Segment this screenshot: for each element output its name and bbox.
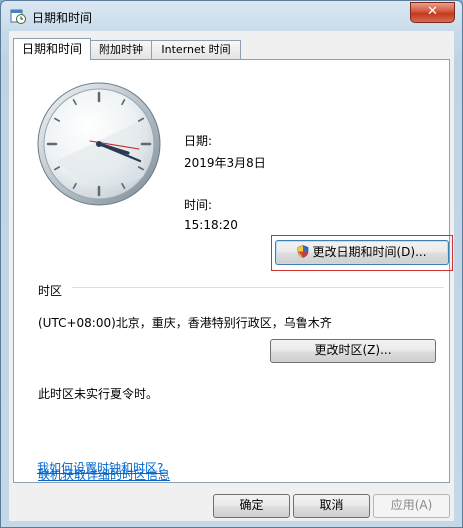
date-time-dialog: 日期和时间 ✕ 日期和时间 附加时钟 Internet 时间 日期: 2019年… <box>0 0 463 528</box>
tab-additional-clocks[interactable]: 附加时钟 <box>90 40 152 59</box>
window-title: 日期和时间 <box>32 11 93 25</box>
tab-panel: 日期: 2019年3月8日 时间: 15:18:20 更改日期和时间(D)...… <box>13 59 453 483</box>
change-timezone-button[interactable]: 更改时区(Z)... <box>270 339 436 363</box>
change-date-time-label: 更改日期和时间(D)... <box>312 245 427 259</box>
change-date-time-button[interactable]: 更改日期和时间(D)... <box>275 240 449 265</box>
date-value: 2019年3月8日 <box>184 156 266 170</box>
title-bar[interactable]: 日期和时间 ✕ <box>1 1 462 31</box>
clock-calendar-icon <box>10 9 26 24</box>
how-to-set-clock-link[interactable]: 我如何设置时钟和时区? <box>37 459 163 476</box>
section-divider <box>72 287 444 288</box>
close-button[interactable]: ✕ <box>410 2 455 23</box>
tab-internet-time[interactable]: Internet 时间 <box>151 40 241 59</box>
dst-note: 此时区未实行夏令时。 <box>38 387 159 401</box>
ok-button[interactable]: 确定 <box>213 494 290 518</box>
dialog-body: 日期和时间 附加时钟 Internet 时间 日期: 2019年3月8日 时间:… <box>9 31 454 521</box>
timezone-value: (UTC+08:00)北京，重庆，香港特别行政区，乌鲁木齐 <box>38 316 332 330</box>
timezone-section-label: 时区 <box>38 284 63 298</box>
date-label: 日期: <box>184 134 213 148</box>
uac-shield-icon <box>298 245 309 258</box>
tab-date-time[interactable]: 日期和时间 <box>13 38 91 60</box>
time-value: 15:18:20 <box>184 218 238 232</box>
apply-button[interactable]: 应用(A) <box>373 494 450 518</box>
time-label: 时间: <box>184 198 213 212</box>
cancel-button[interactable]: 取消 <box>293 494 370 518</box>
analog-clock <box>37 82 161 206</box>
